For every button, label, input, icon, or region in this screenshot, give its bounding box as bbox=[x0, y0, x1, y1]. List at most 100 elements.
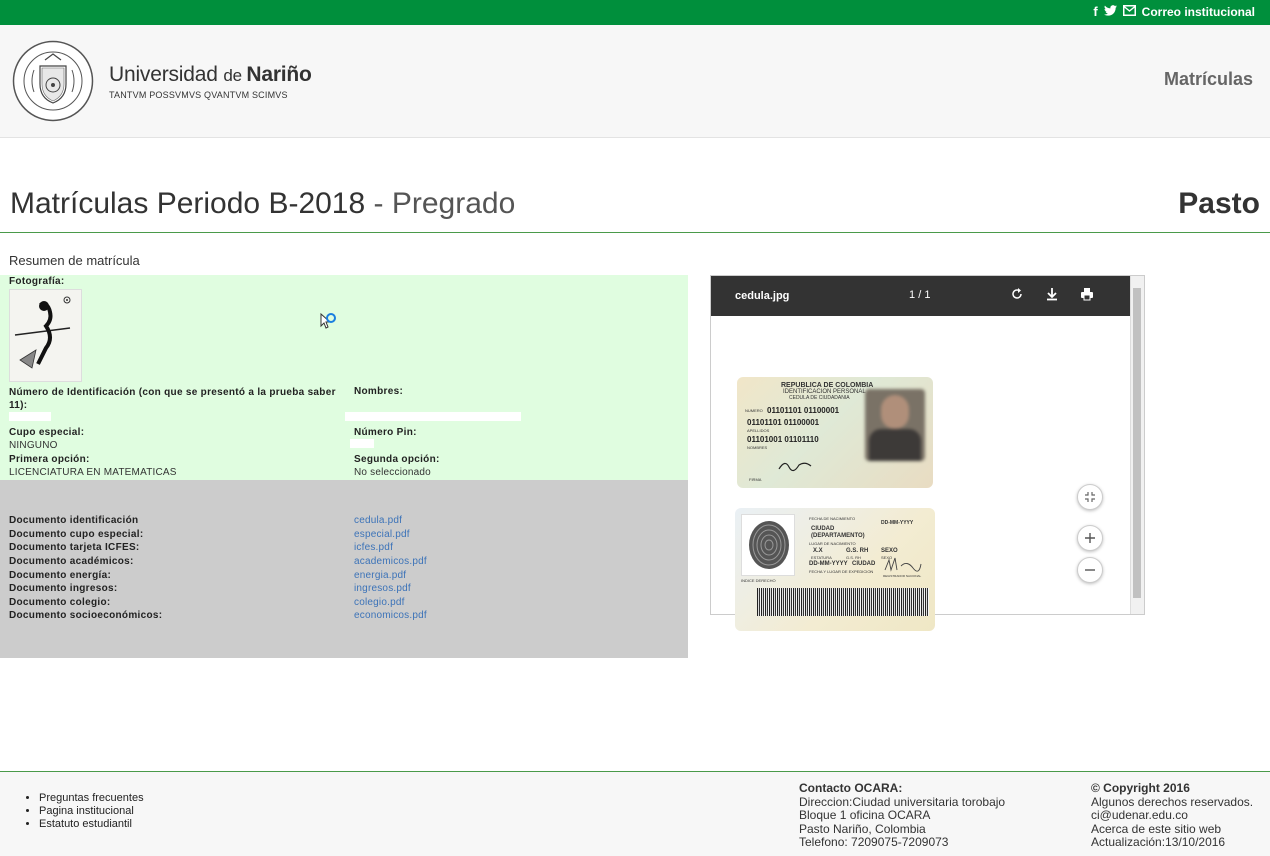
card-photo-blurred bbox=[865, 389, 925, 461]
mail-link[interactable]: Correo institucional bbox=[1142, 5, 1255, 19]
fit-page-button[interactable] bbox=[1077, 484, 1103, 510]
mouse-cursor-icon bbox=[320, 312, 338, 337]
doc-label: Documento energía: bbox=[9, 570, 112, 581]
section-heading: Resumen de matrícula bbox=[9, 253, 140, 268]
viewer-canvas: REPUBLICA DE COLOMBIA IDENTIFICACION PER… bbox=[713, 316, 1131, 631]
doc-link-ingresos[interactable]: ingresos.pdf bbox=[354, 583, 411, 594]
title-divider bbox=[0, 232, 1270, 233]
rotate-icon[interactable] bbox=[1009, 287, 1025, 303]
fingerprint-box bbox=[741, 514, 795, 576]
back-fecha-nac: FECHA DE NACIMIENTO bbox=[809, 516, 856, 521]
id-number-label: Número de Identificación (con que se pre… bbox=[9, 387, 336, 411]
back-departamento: (DEPARTAMENTO) bbox=[811, 533, 865, 539]
copyright-title: © Copyright 2016 bbox=[1091, 781, 1190, 795]
back-sexo: SEXO bbox=[881, 548, 898, 554]
contact-title: Contacto OCARA: bbox=[799, 781, 903, 795]
doc-label: Documento socioeconómicos: bbox=[9, 610, 163, 621]
page-sep: / bbox=[918, 289, 922, 301]
doc-label: Documento colegio: bbox=[9, 597, 111, 608]
back-fecha-lugar: FECHA Y LUGAR DE EXPEDICION bbox=[809, 569, 874, 574]
contact-address: Direccion:Ciudad universitaria torobajo bbox=[799, 794, 1006, 809]
back-indice: INDICE DERECHO bbox=[741, 578, 776, 583]
zoom-out-button[interactable] bbox=[1077, 557, 1103, 583]
documents-panel bbox=[0, 480, 688, 658]
card-doctype: CEDULA DE CIUDADANIA bbox=[789, 395, 850, 401]
doc-link-colegio[interactable]: colegio.pdf bbox=[354, 597, 405, 608]
viewer-toolbar: cedula.jpg 1 / 1 bbox=[711, 276, 1131, 316]
page-title: Matrículas Periodo B-2018 - Pregrado bbox=[10, 187, 516, 220]
site-header: Universidad de Nariño TANTVM POSSVMVS QV… bbox=[0, 25, 1270, 138]
print-icon[interactable] bbox=[1079, 287, 1095, 303]
mail-icon[interactable] bbox=[1122, 4, 1136, 19]
page-title-row: Matrículas Periodo B-2018 - Pregrado Pas… bbox=[10, 187, 1260, 227]
back-date2: DD-MM-YYYY bbox=[809, 561, 848, 567]
doc-link-icfes[interactable]: icfes.pdf bbox=[354, 542, 393, 553]
back-gsrh-small: G.S. RH bbox=[846, 555, 861, 560]
brand-name: Universidad de Nariño bbox=[109, 63, 312, 86]
first-option-value: LICENCIATURA EN MATEMATICAS bbox=[9, 467, 177, 478]
card-apellidos-label: APELLIDOS bbox=[747, 428, 770, 433]
back-xx: X.X bbox=[813, 548, 823, 554]
back-ciudad: CIUDAD bbox=[811, 526, 835, 532]
viewer-scrollbar[interactable] bbox=[1130, 276, 1144, 614]
doc-link-energia[interactable]: energia.pdf bbox=[354, 570, 406, 581]
contact-phone: Telefono: 7209075-7209073 bbox=[799, 835, 949, 850]
barcode-image bbox=[757, 588, 929, 616]
student-info-panel bbox=[0, 275, 688, 480]
doc-label: Documento académicos: bbox=[9, 556, 134, 567]
copyright-updated: Actualización:13/10/2016 bbox=[1091, 835, 1226, 850]
scrollbar-thumb[interactable] bbox=[1133, 288, 1141, 598]
id-number-value bbox=[9, 412, 51, 421]
footer-link-institutional[interactable]: Pagina institucional bbox=[39, 805, 144, 818]
download-icon[interactable] bbox=[1044, 287, 1060, 303]
footer-copyright: © Copyright 2016 Algunos derechos reserv… bbox=[1091, 781, 1254, 850]
nav-matriculas[interactable]: Matrículas bbox=[1164, 69, 1253, 90]
second-option-label: Segunda opción: bbox=[354, 454, 440, 465]
doc-link-academicos[interactable]: academicos.pdf bbox=[354, 556, 427, 567]
doc-link-economicos[interactable]: economicos.pdf bbox=[354, 610, 427, 621]
pin-value bbox=[350, 439, 374, 448]
back-lugar-nac: LUGAR DE NACIMIENTO bbox=[809, 541, 856, 546]
viewer-page-indicator: 1 / 1 bbox=[909, 289, 930, 301]
viewer-filename: cedula.jpg bbox=[735, 290, 790, 302]
twitter-icon[interactable] bbox=[1103, 4, 1117, 19]
names-value bbox=[345, 412, 521, 421]
back-registrador: REGISTRADOR NACIONAL bbox=[883, 574, 922, 578]
card-country: REPUBLICA DE COLOMBIA bbox=[781, 382, 874, 389]
copyright-about[interactable]: Acerca de este sitio web bbox=[1091, 822, 1221, 836]
document-viewer: cedula.jpg 1 / 1 REPUBLICA DE COLOMBIA I… bbox=[710, 275, 1145, 631]
contact-office: Bloque 1 oficina OCARA bbox=[799, 808, 931, 823]
brand[interactable]: Universidad de Nariño TANTVM POSSVMVS QV… bbox=[109, 63, 312, 100]
doc-label: Documento cupo especial: bbox=[9, 529, 144, 540]
contact-city: Pasto Nariño, Colombia bbox=[799, 821, 926, 836]
doc-link-especial[interactable]: especial.pdf bbox=[354, 529, 410, 540]
footer-links: Preguntas frecuentes Pagina instituciona… bbox=[39, 792, 144, 831]
social-links: f Correo institucional bbox=[1093, 4, 1255, 19]
zoom-in-button[interactable] bbox=[1077, 525, 1103, 551]
back-gsrh: G.S. RH bbox=[846, 548, 869, 554]
card-firma-label: FIRMA bbox=[749, 477, 762, 482]
doc-label: Documento tarjeta ICFES: bbox=[9, 542, 140, 553]
doc-label: Documento identificación bbox=[9, 515, 139, 526]
campus-name: Pasto bbox=[1178, 187, 1260, 220]
card-line2: 01101101 01100001 bbox=[747, 418, 820, 427]
doc-link-cedula[interactable]: cedula.pdf bbox=[354, 515, 402, 526]
copyright-email[interactable]: ci@udenar.edu.co bbox=[1091, 808, 1188, 822]
cupo-value: NINGUNO bbox=[9, 440, 58, 451]
id-card-front-image: REPUBLICA DE COLOMBIA IDENTIFICACION PER… bbox=[737, 377, 933, 488]
page-current[interactable]: 1 bbox=[909, 289, 915, 301]
cupo-label: Cupo especial: bbox=[9, 427, 85, 438]
back-ciudad2: CIUDAD bbox=[852, 561, 876, 567]
card-line3: 01101001 01101110 bbox=[747, 435, 819, 444]
back-signature-image bbox=[884, 557, 922, 572]
facebook-icon[interactable]: f bbox=[1093, 4, 1097, 19]
footer-link-faq[interactable]: Preguntas frecuentes bbox=[39, 792, 144, 805]
footer-link-statute[interactable]: Estatuto estudiantil bbox=[39, 818, 144, 831]
university-seal-logo[interactable] bbox=[12, 40, 94, 122]
signature-image bbox=[778, 462, 812, 472]
second-option-value: No seleccionado bbox=[354, 467, 431, 478]
footer-contact: Contacto OCARA: Direccion:Ciudad univers… bbox=[799, 781, 1006, 850]
copyright-rights: Algunos derechos reservados. bbox=[1091, 794, 1254, 809]
first-option-label: Primera opción: bbox=[9, 454, 90, 465]
card-numero-label: NUMERO bbox=[745, 408, 763, 413]
